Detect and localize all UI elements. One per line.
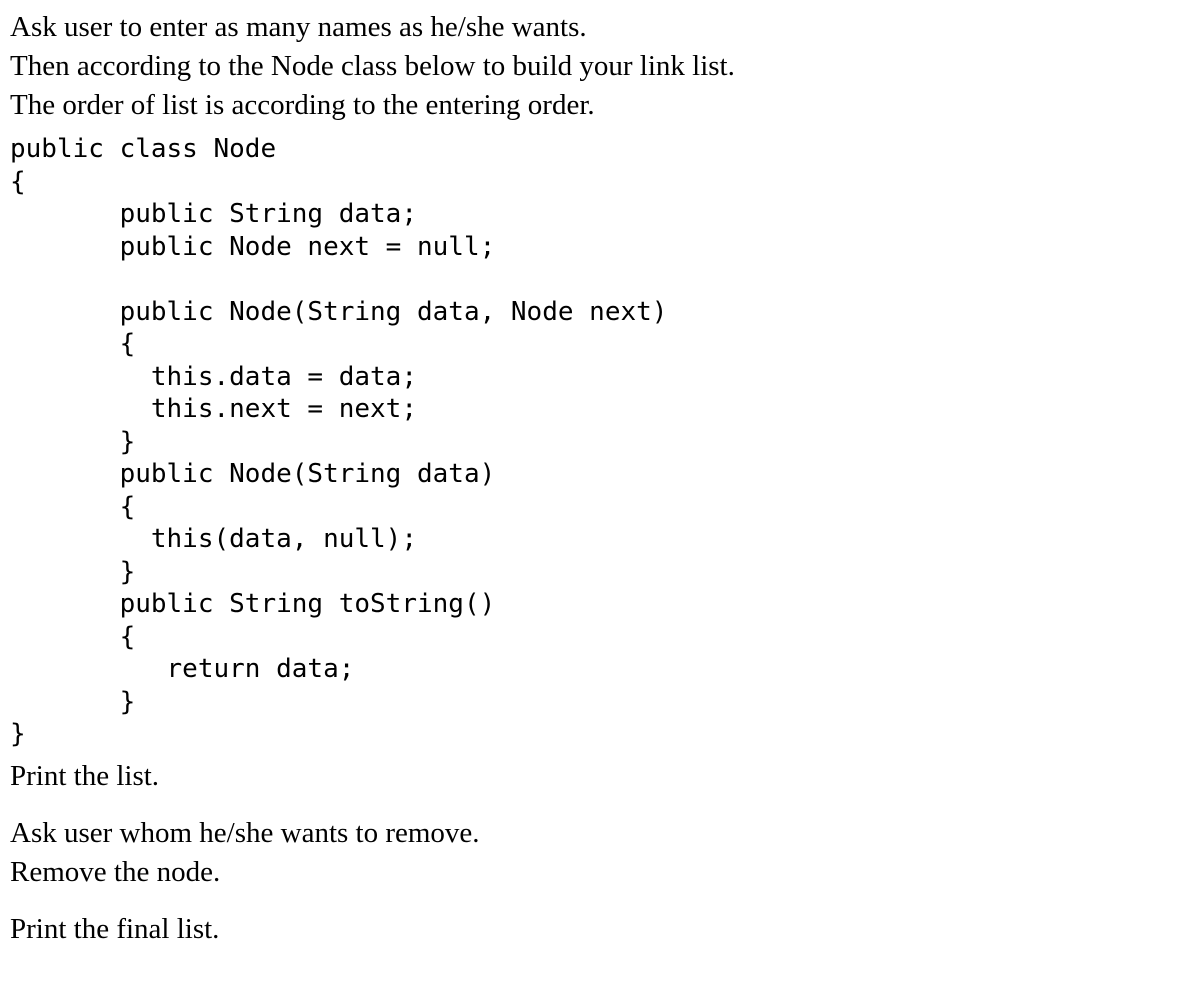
instruction-remove-node: Remove the node. bbox=[10, 853, 1190, 892]
instruction-ask-remove: Ask user whom he/she wants to remove. bbox=[10, 814, 1190, 853]
code-block-node-class: public class Node { public String data; … bbox=[10, 133, 1190, 751]
instruction-line-1: Ask user to enter as many names as he/sh… bbox=[10, 8, 1190, 47]
instruction-print-list: Print the list. bbox=[10, 757, 1190, 796]
instruction-line-3: The order of list is according to the en… bbox=[10, 86, 1190, 125]
instruction-print-final: Print the final list. bbox=[10, 910, 1190, 949]
instruction-line-2: Then according to the Node class below t… bbox=[10, 47, 1190, 86]
